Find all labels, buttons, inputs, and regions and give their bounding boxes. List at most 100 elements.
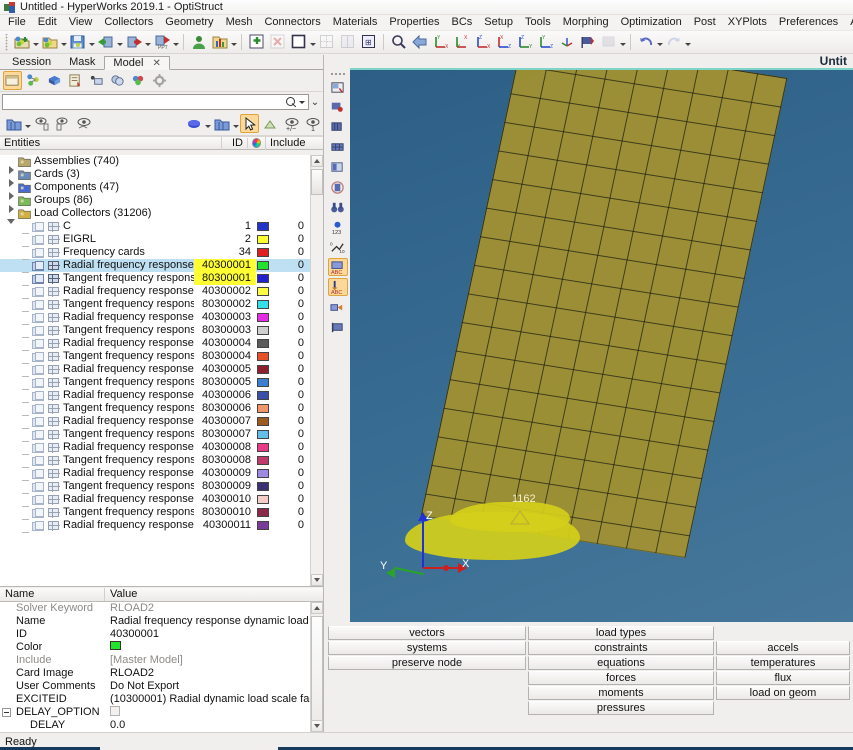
tree-row-color-swatch[interactable] xyxy=(256,248,272,257)
user-profile-icon[interactable] xyxy=(189,33,208,52)
property-value-cell[interactable] xyxy=(105,705,323,720)
toolbar-grip[interactable] xyxy=(4,33,9,51)
tree-row[interactable]: Components (47) xyxy=(0,181,310,200)
command-button-forces[interactable]: forces xyxy=(528,671,714,685)
tree-row[interactable]: Radial frequency response dynamic load40… xyxy=(0,259,310,273)
property-row[interactable]: Color xyxy=(0,641,323,654)
3d-canvas[interactable]: 1162 Z X Y xyxy=(350,68,853,685)
tree-row-color-swatch[interactable] xyxy=(256,391,272,400)
tree-row[interactable]: Load Collectors (31206) xyxy=(0,207,310,224)
property-value-cell[interactable]: RLOAD2 xyxy=(105,602,323,615)
menu-geometry[interactable]: Geometry xyxy=(159,15,219,30)
property-row[interactable]: ID 40300001 xyxy=(0,628,323,641)
menu-file[interactable]: File xyxy=(2,15,32,30)
scroll-thumb[interactable] xyxy=(311,169,323,195)
view-xz-icon[interactable]: XZ xyxy=(494,33,513,52)
collapse-icon[interactable] xyxy=(2,708,11,717)
tree-row-color-swatch[interactable] xyxy=(256,261,272,270)
four-window-icon[interactable] xyxy=(317,33,336,52)
color-dropdown-icon[interactable] xyxy=(204,114,211,133)
view-zx-icon[interactable]: ZX xyxy=(473,33,492,52)
redo-icon[interactable] xyxy=(664,33,683,52)
back-arrow-icon[interactable] xyxy=(410,33,429,52)
tree-row-color-swatch[interactable] xyxy=(256,456,272,465)
menu-preferences[interactable]: Preferences xyxy=(773,15,844,30)
display-dropdown-icon2[interactable] xyxy=(232,114,239,133)
command-button-equations[interactable]: equations xyxy=(528,656,714,670)
show-only-icon[interactable]: 1 xyxy=(303,114,322,133)
tree-row[interactable]: Tangent frequency response dynamic load.… xyxy=(0,298,310,312)
tree-row-color-swatch[interactable] xyxy=(256,339,272,348)
reverse-icon[interactable] xyxy=(74,114,93,133)
export-ppt-dropdown-icon[interactable] xyxy=(172,33,179,52)
open-model-dropdown-icon[interactable] xyxy=(60,33,67,52)
tree-row[interactable]: Radial frequency response dynamic load.1… xyxy=(0,519,310,533)
checkbox-icon[interactable] xyxy=(110,705,120,716)
view-xy-icon[interactable]: XY xyxy=(452,33,471,52)
flag-red-icon[interactable] xyxy=(328,98,348,116)
command-button-constraints[interactable]: constraints xyxy=(528,641,714,655)
search-icon[interactable] xyxy=(286,96,297,108)
tree-row[interactable]: Radial frequency response dynamic load.8… xyxy=(0,467,310,481)
menu-view[interactable]: View xyxy=(63,15,99,30)
menu-materials[interactable]: Materials xyxy=(327,15,384,30)
color-swatch[interactable] xyxy=(110,641,121,650)
dim-icon[interactable] xyxy=(599,33,618,52)
view-yx-icon[interactable]: YX xyxy=(431,33,450,52)
binoculars-icon[interactable] xyxy=(328,198,348,216)
tree-row-color-swatch[interactable] xyxy=(256,521,272,530)
property-row[interactable]: Solver Keyword RLOAD2 xyxy=(0,602,323,615)
drag-dots[interactable] xyxy=(329,71,346,77)
part-browser-icon[interactable] xyxy=(45,71,64,90)
tree-row[interactable]: Radial frequency response dynamic load.2… xyxy=(0,311,310,325)
tree-row[interactable]: Tangent frequency response dynamic load8… xyxy=(0,272,310,286)
entity-state-icon[interactable] xyxy=(129,71,148,90)
expand-all-icon[interactable]: ⌄ xyxy=(309,97,321,108)
tree-row-color-swatch[interactable] xyxy=(256,378,272,387)
property-row[interactable]: DELAY 0.0 xyxy=(0,719,323,732)
view-zy-icon[interactable]: ZY xyxy=(515,33,534,52)
new-page-icon[interactable] xyxy=(247,33,266,52)
command-button-pressures[interactable]: pressures xyxy=(528,701,714,715)
search-box[interactable] xyxy=(2,94,309,110)
prop-scroll-thumb[interactable] xyxy=(311,616,323,732)
tree-row-color-swatch[interactable] xyxy=(256,222,272,231)
tree-row[interactable]: Tangent frequency response dynamic load.… xyxy=(0,324,310,338)
tree-row-color-swatch[interactable] xyxy=(256,404,272,413)
tree-row[interactable]: Tangent frequency response dynamic load.… xyxy=(0,428,310,442)
tree-row[interactable]: EIGRL 2 0 xyxy=(0,233,310,247)
import-icon[interactable] xyxy=(96,33,115,52)
view-iso-icon[interactable] xyxy=(557,33,576,52)
display-dropdown-icon[interactable] xyxy=(24,114,31,133)
tree-row[interactable]: Radial frequency response dynamic load.1… xyxy=(0,285,310,299)
search-input[interactable] xyxy=(5,95,286,109)
abc-pin-icon[interactable]: ABC xyxy=(327,278,348,296)
tree-row[interactable]: Tangent frequency response dynamic load.… xyxy=(0,402,310,416)
tree-row[interactable]: Tangent frequency response dynamic load.… xyxy=(0,350,310,364)
shaded-icon[interactable] xyxy=(261,114,280,133)
export-ppt-icon[interactable]: PPT xyxy=(152,33,171,52)
tree-row[interactable]: Tangent frequency response dynamic load.… xyxy=(0,454,310,468)
open-model-icon[interactable] xyxy=(40,33,59,52)
include-browser-icon[interactable] xyxy=(66,71,85,90)
mesh-circle-icon[interactable] xyxy=(328,178,348,196)
menu-collectors[interactable]: Collectors xyxy=(98,15,159,30)
tree-row[interactable]: Radial frequency response dynamic load.7… xyxy=(0,441,310,455)
scroll-up-icon[interactable] xyxy=(311,155,323,167)
new-model-icon[interactable] xyxy=(12,33,31,52)
menu-bcs[interactable]: BCs xyxy=(446,15,479,30)
menu-properties[interactable]: Properties xyxy=(383,15,445,30)
show-hide-icon[interactable]: +/− xyxy=(282,114,301,133)
model-tree[interactable]: Assemblies (740) Cards (3) Components (47)… xyxy=(0,155,323,587)
tree-row[interactable]: Groups (86) xyxy=(0,194,310,213)
menu-xyplots[interactable]: XYPlots xyxy=(722,15,773,30)
command-button-preserve-node[interactable]: preserve node xyxy=(328,656,526,670)
entity-editor-panel[interactable]: Name Value Solver Keyword RLOAD2 Name Radia… xyxy=(0,588,323,732)
color-mode-icon[interactable] xyxy=(184,114,203,133)
menu-optimization[interactable]: Optimization xyxy=(615,15,688,30)
entity-attach-icon[interactable] xyxy=(328,298,348,316)
tree-row-color-swatch[interactable] xyxy=(256,365,272,374)
property-value-cell[interactable]: Do Not Export xyxy=(105,680,323,693)
command-button-moments[interactable]: moments xyxy=(528,686,714,700)
tree-row[interactable]: Assemblies (740) xyxy=(0,155,310,174)
